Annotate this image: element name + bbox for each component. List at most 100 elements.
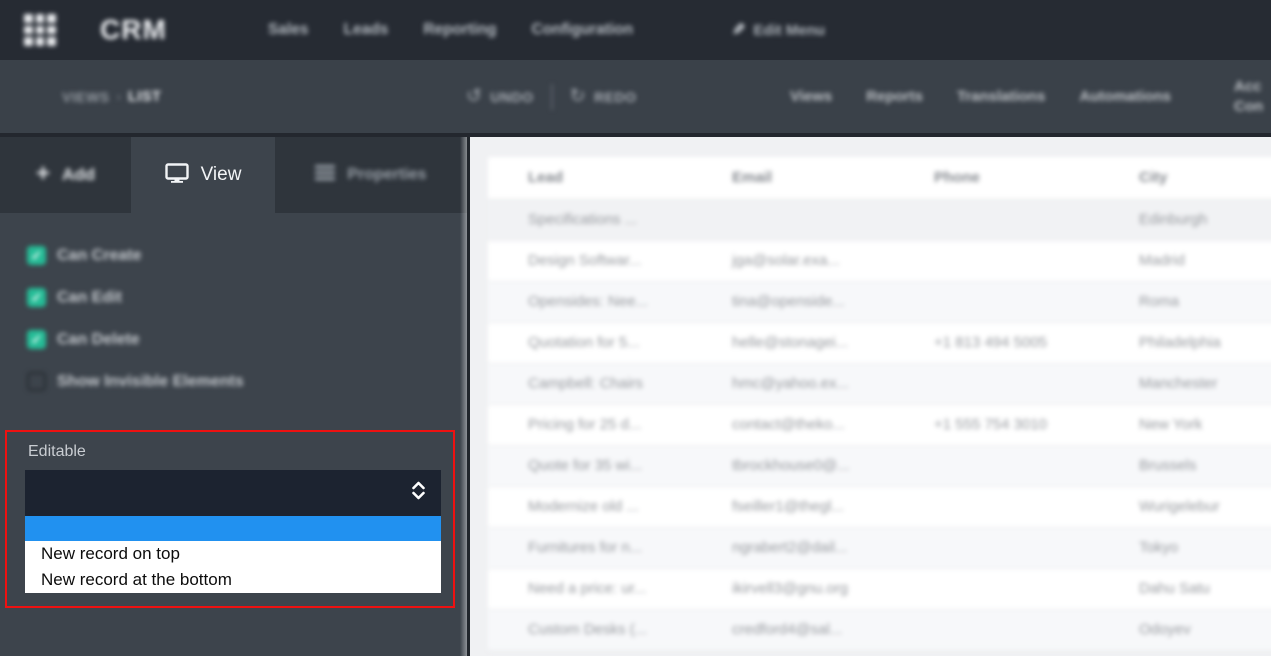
- cell-city[interactable]: Edinburgh: [1099, 199, 1271, 240]
- cell-phone[interactable]: [894, 199, 1099, 240]
- editable-setting-highlight: Editable New record on topNew record at …: [5, 430, 455, 608]
- toolbar-tab-automations[interactable]: Automations: [1079, 88, 1171, 105]
- column-header-email[interactable]: Email: [692, 157, 894, 199]
- cell-city[interactable]: Manchester: [1099, 363, 1271, 404]
- topbar-menu-reporting[interactable]: Reporting: [423, 21, 496, 39]
- cell-city[interactable]: Madrid: [1099, 240, 1271, 281]
- cell-city[interactable]: Tokyo: [1099, 527, 1271, 568]
- cell-city[interactable]: Wurigelebur: [1099, 486, 1271, 527]
- cell-lead[interactable]: Specifications ...: [488, 199, 692, 240]
- cell-lead[interactable]: Custom Desks (...: [488, 609, 692, 650]
- checkbox[interactable]: ✓: [27, 288, 46, 307]
- tab-view-active[interactable]: View: [131, 137, 275, 213]
- toolbar-tab-translations[interactable]: Translations: [957, 88, 1045, 105]
- breadcrumb-views[interactable]: VIEWS: [62, 89, 110, 105]
- cell-email[interactable]: [692, 199, 894, 240]
- table-row[interactable]: Custom Desks (...credford4@sal... Odoyev: [488, 609, 1271, 650]
- cell-phone[interactable]: [894, 363, 1099, 404]
- properties-icon: [315, 165, 335, 186]
- dropdown-option-2[interactable]: New record at the bottom: [25, 567, 441, 593]
- table-row[interactable]: Pricing for 25 d...contact@theko...+1 55…: [488, 404, 1271, 445]
- cell-city[interactable]: New York: [1099, 404, 1271, 445]
- cell-lead[interactable]: Quote for 35 wi...: [488, 445, 692, 486]
- cell-lead[interactable]: Design Softwar...: [488, 240, 692, 281]
- cell-lead[interactable]: Campbell: Chairs: [488, 363, 692, 404]
- tab-access-control-clipped[interactable]: Acc Con: [1234, 77, 1263, 117]
- cell-email[interactable]: ikirvell3@gnu.org: [692, 568, 894, 609]
- cell-phone[interactable]: +1 813 494 5005: [894, 322, 1099, 363]
- cell-email[interactable]: credford4@sal...: [692, 609, 894, 650]
- cell-lead[interactable]: Opensides: Nee...: [488, 281, 692, 322]
- cell-email[interactable]: tina@openside...: [692, 281, 894, 322]
- topbar-menu-leads[interactable]: Leads: [344, 21, 389, 39]
- cell-email[interactable]: contact@theko...: [692, 404, 894, 445]
- redo-button[interactable]: ↻ REDO: [570, 87, 637, 106]
- cell-phone[interactable]: [894, 445, 1099, 486]
- app-brand[interactable]: CRM: [100, 14, 167, 46]
- cell-phone[interactable]: [894, 486, 1099, 527]
- cell-phone[interactable]: [894, 240, 1099, 281]
- topbar-menu-sales[interactable]: Sales: [268, 21, 309, 39]
- table-row[interactable]: Specifications ... Edinburgh: [488, 199, 1271, 240]
- table-row[interactable]: Modernize old ...fseiller1@thegl... Wurig…: [488, 486, 1271, 527]
- undo-button[interactable]: ↺ UNDO: [466, 87, 534, 106]
- column-header-city[interactable]: City: [1099, 157, 1271, 199]
- table-row[interactable]: Opensides: Nee...tina@openside... Roma: [488, 281, 1271, 322]
- cell-phone[interactable]: [894, 281, 1099, 322]
- breadcrumb: VIEWS › LIST: [62, 89, 161, 105]
- cell-email[interactable]: fseiller1@thegl...: [692, 486, 894, 527]
- column-header-phone[interactable]: Phone: [894, 157, 1099, 199]
- top-navbar: CRM Sales Leads Reporting Configuration ✎ E…: [0, 0, 1271, 60]
- cell-city[interactable]: Odoyev: [1099, 609, 1271, 650]
- cell-lead[interactable]: Furnitures for n...: [488, 527, 692, 568]
- cell-phone[interactable]: [894, 568, 1099, 609]
- undo-icon: ↺: [466, 87, 482, 106]
- checkbox-row-can-edit: ✓Can Edit: [27, 288, 467, 307]
- column-header-lead[interactable]: Lead: [488, 157, 692, 199]
- cell-city[interactable]: Dahu Satu: [1099, 568, 1271, 609]
- dropdown-option-1[interactable]: New record on top: [25, 541, 441, 567]
- cell-lead[interactable]: Modernize old ...: [488, 486, 692, 527]
- checkbox[interactable]: ✓: [27, 330, 46, 349]
- apps-grid-icon[interactable]: [24, 14, 56, 46]
- chevron-right-icon: ›: [117, 89, 121, 104]
- toolbar-tab-views[interactable]: Views: [790, 88, 832, 105]
- table-row[interactable]: Campbell: Chairshmc@yahoo.ex... Mancheste…: [488, 363, 1271, 404]
- cell-email[interactable]: ngrabert2@dail...: [692, 527, 894, 568]
- checkbox-row-can-create: ✓Can Create: [27, 246, 467, 265]
- editable-select[interactable]: [25, 470, 441, 516]
- cell-email[interactable]: jga@solar.exa...: [692, 240, 894, 281]
- cell-city[interactable]: Brussels: [1099, 445, 1271, 486]
- topbar-menu-configuration[interactable]: Configuration: [532, 21, 634, 39]
- table-row[interactable]: Furnitures for n...ngrabert2@dail... Toky…: [488, 527, 1271, 568]
- cell-email[interactable]: helle@stonagei...: [692, 322, 894, 363]
- table-row[interactable]: Design Softwar...jga@solar.exa... Madrid: [488, 240, 1271, 281]
- cell-city[interactable]: Roma: [1099, 281, 1271, 322]
- studio-sidebar: + Add View: [0, 137, 470, 656]
- cell-phone[interactable]: [894, 527, 1099, 568]
- tab-add[interactable]: + Add: [0, 137, 131, 213]
- checkbox[interactable]: ✓: [27, 246, 46, 265]
- cell-phone[interactable]: +1 555 754 3010: [894, 404, 1099, 445]
- pencil-icon: ✎: [732, 20, 745, 40]
- edit-menu-button[interactable]: ✎ Edit Menu: [732, 0, 825, 60]
- table-row[interactable]: Quotation for 5...helle@stonagei...+1 81…: [488, 322, 1271, 363]
- cell-email[interactable]: tbrockhouse0@...: [692, 445, 894, 486]
- cell-city[interactable]: Philadelphia: [1099, 322, 1271, 363]
- undo-redo-group: ↺ UNDO ↻ REDO: [466, 60, 637, 133]
- cell-lead[interactable]: Pricing for 25 d...: [488, 404, 692, 445]
- table-row[interactable]: Need a price: ur...ikirvell3@gnu.org Dahu…: [488, 568, 1271, 609]
- cell-lead[interactable]: Need a price: ur...: [488, 568, 692, 609]
- toolbar-tab-reports[interactable]: Reports: [866, 88, 923, 105]
- list-view-preview: LeadEmailPhoneCity Specifications ... Edi…: [470, 137, 1271, 656]
- cell-phone[interactable]: [894, 609, 1099, 650]
- cell-lead[interactable]: Quotation for 5...: [488, 322, 692, 363]
- tab-properties[interactable]: Properties: [275, 137, 467, 213]
- checkbox-label: Can Delete: [57, 331, 140, 349]
- redo-icon: ↻: [570, 87, 586, 106]
- table-row[interactable]: Quote for 35 wi...tbrockhouse0@... Brusse…: [488, 445, 1271, 486]
- cell-email[interactable]: hmc@yahoo.ex...: [692, 363, 894, 404]
- table-body: Specifications ...EdinburghDesign Softwa…: [488, 199, 1271, 650]
- dropdown-option-0[interactable]: [25, 516, 441, 541]
- checkbox[interactable]: [27, 372, 46, 391]
